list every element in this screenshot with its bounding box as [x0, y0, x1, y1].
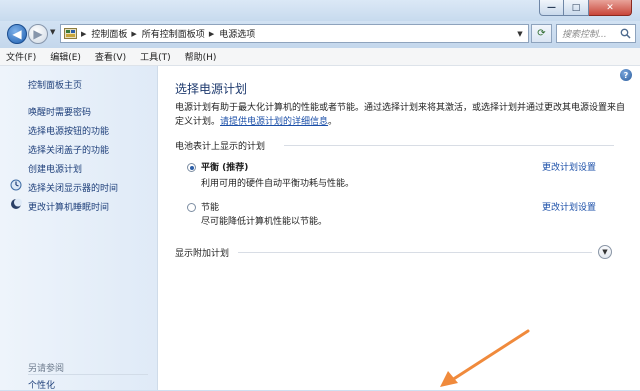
arrow-left-icon: ◀	[12, 27, 22, 41]
address-dropdown-icon[interactable]: ▼	[512, 25, 528, 42]
control-panel-icon	[63, 28, 77, 40]
address-bar[interactable]: ▶ 控制面板 ▶ 所有控制面板项 ▶ 电源选项 ▼	[60, 24, 529, 43]
page-description: 电源计划有助于最大化计算机的性能或者节能。通过选择计划来将其激活，或选择计划并通…	[175, 101, 630, 129]
sidebar-link-wake-password[interactable]: 唤醒时需要密码	[28, 105, 91, 118]
plan-power-saver-change-settings-link[interactable]: 更改计划设置	[542, 200, 596, 213]
menu-view[interactable]: 查看(V)	[95, 50, 126, 63]
search-placeholder: 搜索控制...	[562, 30, 607, 40]
close-button[interactable]: ✕	[589, 0, 632, 16]
forward-button[interactable]: ▶	[28, 24, 48, 44]
plan-power-saver-name[interactable]: 节能	[201, 200, 219, 213]
see-also-divider	[28, 374, 148, 375]
title-bar: — □ ✕	[0, 0, 640, 21]
annotation-arrow-icon	[440, 329, 530, 387]
plan-details-link[interactable]: 请提供电源计划的详细信息	[220, 117, 328, 127]
sidebar-link-lid-close[interactable]: 选择关闭盖子的功能	[28, 143, 109, 156]
navigation-bar: ◀ ▶ ▼ ▶ 控制面板 ▶ 所有控制面板项 ▶ 电源选项 ▼ ⟳ 搜索控制..…	[0, 21, 640, 48]
window-controls: — □ ✕	[539, 0, 632, 17]
breadcrumb-separator-icon[interactable]: ▶	[81, 30, 86, 38]
sidebar-link-display-off[interactable]: 选择关闭显示器的时间	[28, 181, 118, 194]
chevron-down-icon: ▼	[602, 248, 608, 256]
arrow-right-icon: ▶	[33, 27, 43, 41]
plan-power-saver-radio[interactable]	[187, 203, 196, 212]
show-additional-plans-label[interactable]: 显示附加计划	[175, 246, 229, 259]
task-sidebar: 控制面板主页 唤醒时需要密码 选择电源按钮的功能 选择关闭盖子的功能 创建电源计…	[0, 66, 158, 391]
additional-plans-divider	[238, 252, 592, 253]
sidebar-link-personalize[interactable]: 个性化	[28, 378, 55, 391]
plan-balanced-name[interactable]: 平衡 (推荐)	[201, 160, 248, 173]
page-title: 选择电源计划	[175, 82, 248, 96]
search-input[interactable]: 搜索控制...	[556, 24, 636, 43]
back-button[interactable]: ◀	[7, 24, 27, 44]
moon-icon	[11, 198, 22, 209]
recent-pages-dropdown[interactable]: ▼	[50, 28, 55, 36]
plan-balanced-description: 利用可用的硬件自动平衡功耗与性能。	[201, 179, 355, 189]
see-also-heading: 另请参阅	[28, 364, 65, 374]
menu-help[interactable]: 帮助(H)	[185, 50, 217, 63]
control-panel-home-link[interactable]: 控制面板主页	[28, 78, 82, 91]
menu-tools[interactable]: 工具(T)	[140, 50, 171, 63]
expand-additional-plans-button[interactable]: ▼	[598, 245, 612, 259]
menu-file[interactable]: 文件(F)	[6, 50, 36, 63]
battery-meter-plans-header: 电池表计上显示的计划	[175, 142, 266, 152]
description-end: 。	[328, 117, 338, 127]
sidebar-link-create-plan[interactable]: 创建电源计划	[28, 162, 82, 175]
menu-edit[interactable]: 编辑(E)	[50, 50, 81, 63]
breadcrumb-separator-icon[interactable]: ▶	[131, 30, 136, 38]
plan-balanced-change-settings-link[interactable]: 更改计划设置	[542, 160, 596, 173]
refresh-button[interactable]: ⟳	[531, 24, 552, 43]
main-panel: ? 选择电源计划 电源计划有助于最大化计算机的性能或者节能。通过选择计划来将其激…	[158, 66, 640, 390]
search-icon[interactable]	[620, 28, 631, 39]
help-icon: ?	[623, 70, 629, 80]
plan-power-saver-description: 尽可能降低计算机性能以节能。	[201, 217, 328, 227]
breadcrumb-control-panel[interactable]: 控制面板	[91, 27, 127, 40]
help-button[interactable]: ?	[620, 69, 632, 81]
group-divider	[284, 145, 614, 146]
sidebar-link-sleep-time[interactable]: 更改计算机睡眠时间	[28, 200, 109, 213]
breadcrumb-power-options[interactable]: 电源选项	[219, 27, 255, 40]
minimize-button[interactable]: —	[539, 0, 564, 16]
radio-selected-dot	[189, 165, 194, 170]
plan-balanced-radio[interactable]	[187, 163, 196, 172]
refresh-icon: ⟳	[537, 28, 546, 39]
breadcrumb-separator-icon[interactable]: ▶	[209, 30, 214, 38]
breadcrumb-all-items[interactable]: 所有控制面板项	[142, 27, 205, 40]
maximize-button[interactable]: □	[564, 0, 589, 16]
menu-bar: 文件(F) 编辑(E) 查看(V) 工具(T) 帮助(H)	[0, 48, 640, 66]
display-icon	[10, 179, 22, 191]
sidebar-link-power-button[interactable]: 选择电源按钮的功能	[28, 124, 109, 137]
